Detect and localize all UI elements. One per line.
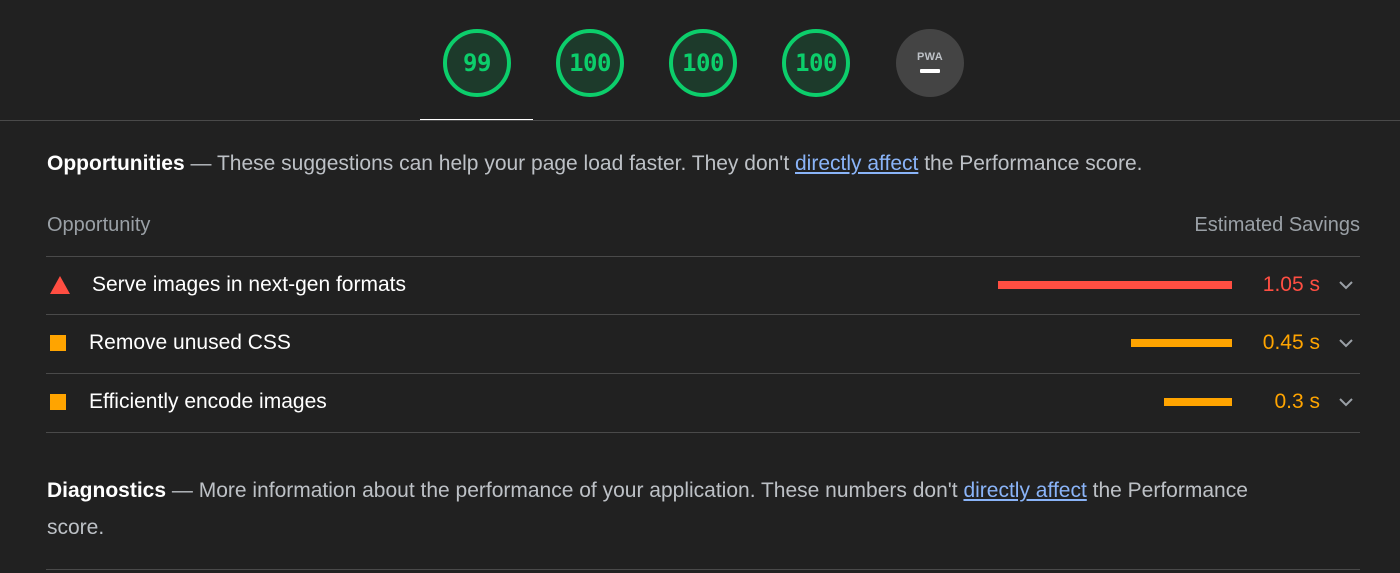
savings-value: 0.3 s (1274, 390, 1320, 413)
diagnostics-title: Diagnostics (47, 479, 167, 502)
dash-icon (920, 69, 940, 73)
savings-bar (998, 281, 1232, 289)
score-gauge-best-practices[interactable]: 100 (669, 29, 737, 97)
score-header: 99 100 100 100 PWA (0, 0, 1400, 121)
diagnostics-header: Diagnostics — More information about the… (47, 472, 1307, 546)
title-dash: — (190, 152, 212, 175)
divider (46, 569, 1360, 570)
score-value: 100 (569, 49, 611, 77)
score-gauge-seo[interactable]: 100 (782, 29, 850, 97)
opportunity-title: Efficiently encode images (89, 390, 327, 413)
divider (46, 432, 1360, 433)
column-header-opportunity: Opportunity (47, 214, 151, 236)
score-gauge-accessibility[interactable]: 100 (556, 29, 624, 97)
opportunity-row-unused-css[interactable]: Remove unused CSS 0.45 s (46, 314, 1360, 372)
opportunity-title: Serve images in next-gen formats (92, 273, 406, 296)
diagnostics-description: More information about the performance o… (198, 479, 958, 502)
score-gauge-pwa[interactable]: PWA (896, 29, 964, 97)
opportunity-row-encode-images[interactable]: Efficiently encode images 0.3 s (46, 373, 1360, 431)
opportunity-title: Remove unused CSS (89, 331, 291, 354)
directly-affect-link[interactable]: directly affect (795, 152, 918, 175)
directly-affect-link[interactable]: directly affect (963, 479, 1086, 502)
opportunities-description: These suggestions can help your page loa… (216, 152, 790, 175)
score-gauge-performance[interactable]: 99 (443, 29, 511, 97)
savings-value: 1.05 s (1262, 273, 1320, 296)
warning-triangle-icon (50, 276, 70, 294)
score-value: 99 (463, 49, 491, 77)
savings-bar (1131, 339, 1232, 347)
chevron-down-icon[interactable] (1336, 333, 1356, 353)
score-value: 100 (795, 49, 837, 77)
column-header-estimated-savings: Estimated Savings (1194, 214, 1360, 236)
savings-value: 0.45 s (1262, 331, 1320, 354)
savings-bar (1164, 398, 1232, 406)
opportunities-header: Opportunities — These suggestions can he… (47, 145, 1347, 182)
chevron-down-icon[interactable] (1336, 275, 1356, 295)
title-dash: — (171, 479, 193, 502)
chevron-down-icon[interactable] (1336, 392, 1356, 412)
average-square-icon (50, 394, 66, 410)
opportunities-description-end: the Performance score. (924, 152, 1143, 175)
average-square-icon (50, 335, 66, 351)
pwa-label: PWA (917, 51, 943, 63)
score-value: 100 (682, 49, 724, 77)
opportunity-row-next-gen-formats[interactable]: Serve images in next-gen formats 1.05 s (46, 256, 1360, 314)
header-divider (0, 120, 1400, 121)
opportunities-title: Opportunities (47, 152, 185, 175)
